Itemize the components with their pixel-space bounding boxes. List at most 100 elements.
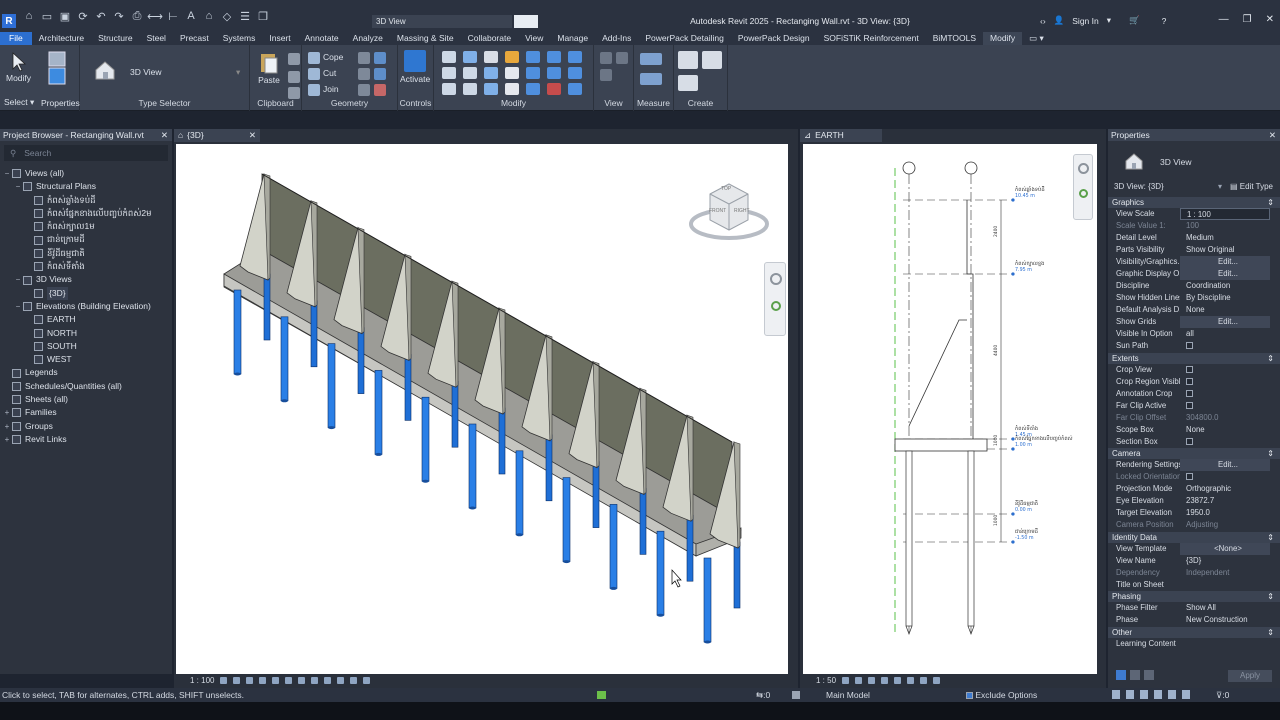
apply-button[interactable]: Apply bbox=[1228, 670, 1272, 682]
measure-icon-ribbon[interactable] bbox=[640, 53, 662, 65]
property-value[interactable] bbox=[1180, 400, 1280, 412]
property-checkbox[interactable] bbox=[1186, 401, 1193, 409]
collapse-icon[interactable]: ⇕ bbox=[1267, 197, 1274, 208]
property-value[interactable]: Edit... bbox=[1180, 256, 1270, 268]
chevron-down-icon[interactable]: ▾ bbox=[1218, 182, 1222, 191]
trim-icon[interactable] bbox=[505, 67, 519, 79]
expand-toggle-icon[interactable]: − bbox=[13, 273, 23, 286]
temp-hide-icon[interactable] bbox=[324, 676, 332, 684]
property-value[interactable]: all bbox=[1180, 328, 1280, 340]
properties-help-icon[interactable] bbox=[1116, 670, 1126, 680]
cart-icon[interactable]: 🛒 bbox=[1129, 15, 1140, 26]
tree-node[interactable]: − 3D Views bbox=[0, 273, 172, 286]
tab-insert[interactable]: Insert bbox=[262, 32, 297, 45]
open-icon[interactable]: ▭ bbox=[40, 9, 54, 23]
property-value[interactable]: {3D} bbox=[1180, 555, 1280, 567]
close-icon[interactable]: ✕ bbox=[1269, 129, 1276, 141]
undo-icon[interactable]: ↶ bbox=[94, 9, 108, 23]
tree-node[interactable]: − Elevations (Building Elevation) bbox=[0, 300, 172, 313]
3d-view-icon[interactable]: ⌂ bbox=[202, 9, 216, 23]
property-value[interactable]: <None> bbox=[1180, 542, 1270, 555]
copy-clip-icon[interactable] bbox=[288, 71, 300, 83]
property-value[interactable] bbox=[1180, 638, 1280, 650]
tab-add-ins[interactable]: Add-Ins bbox=[595, 32, 638, 45]
select-links-icon[interactable] bbox=[1112, 690, 1120, 699]
instance-filter[interactable]: 3D View: {3D} bbox=[1114, 182, 1164, 191]
align-icon[interactable] bbox=[442, 51, 456, 63]
property-value[interactable]: Show Original bbox=[1180, 244, 1280, 256]
sign-in-link[interactable]: Sign In bbox=[1072, 16, 1098, 26]
expand-toggle-icon[interactable]: + bbox=[2, 406, 12, 419]
create-assembly-icon[interactable] bbox=[678, 51, 698, 69]
property-value[interactable]: None bbox=[1180, 304, 1280, 316]
save-icon[interactable]: ▣ bbox=[58, 9, 72, 23]
view-dropdown[interactable]: 3D View bbox=[372, 15, 512, 28]
filter-count[interactable]: ⊽:0 bbox=[1216, 688, 1229, 702]
tab-systems[interactable]: Systems bbox=[216, 32, 263, 45]
exclude-options-checkbox[interactable] bbox=[966, 692, 973, 700]
active-model[interactable]: Main Model bbox=[826, 688, 870, 702]
view-scale-label[interactable]: 1 : 50 bbox=[816, 676, 836, 685]
cut-button[interactable]: Cut bbox=[323, 68, 336, 78]
tree-node[interactable]: Schedules/Quantities (all) bbox=[0, 380, 172, 393]
dimension-icon[interactable]: ⊢ bbox=[166, 9, 180, 23]
expand-toggle-icon[interactable]: − bbox=[13, 300, 23, 313]
tab-view[interactable]: View bbox=[518, 32, 550, 45]
split-gap-icon[interactable] bbox=[505, 83, 519, 95]
modify-button[interactable]: Modify bbox=[6, 51, 31, 83]
delete-icon[interactable] bbox=[526, 83, 540, 95]
tree-node[interactable]: Sheets (all) bbox=[0, 393, 172, 406]
crop-view-icon[interactable] bbox=[285, 676, 293, 684]
property-checkbox[interactable] bbox=[1186, 365, 1193, 373]
tree-node[interactable]: + Groups bbox=[0, 420, 172, 433]
reveal-hidden-icon[interactable] bbox=[337, 676, 345, 684]
move-icon[interactable] bbox=[442, 67, 456, 79]
text-icon[interactable]: A bbox=[184, 9, 198, 23]
tab-modify[interactable]: Modify bbox=[983, 32, 1023, 45]
property-value[interactable] bbox=[1180, 376, 1280, 388]
close-tab-icon[interactable]: ✕ bbox=[249, 129, 260, 142]
collapse-icon[interactable]: ⇕ bbox=[1267, 627, 1274, 638]
steering-wheel-icon[interactable] bbox=[1078, 163, 1089, 174]
tab-analyze[interactable]: Analyze bbox=[346, 32, 390, 45]
property-group[interactable]: Other ⇕ bbox=[1108, 626, 1280, 638]
dimension-icon-ribbon[interactable] bbox=[640, 73, 662, 85]
tab-powerpack-detailing[interactable]: PowerPack Detailing bbox=[638, 32, 730, 45]
mirror-draw-icon[interactable] bbox=[505, 51, 519, 63]
temp-hide-icon[interactable] bbox=[920, 676, 928, 684]
tab-manage[interactable]: Manage bbox=[550, 32, 595, 45]
crop-view-icon[interactable] bbox=[894, 676, 902, 684]
switch-windows-icon[interactable]: ❐ bbox=[256, 9, 270, 23]
tree-node[interactable]: កំពស់ទីតាំង bbox=[0, 260, 172, 273]
create-group-icon[interactable] bbox=[678, 75, 698, 91]
beam-join-icon[interactable] bbox=[358, 84, 370, 96]
property-value[interactable]: By Discipline bbox=[1180, 292, 1280, 304]
elevation-canvas[interactable]: កំពស់ឆ្លាំងទប់ដី 10.45 m កំពស់ក្បាលខ្នង 7.9… bbox=[803, 144, 1097, 674]
cut-clip-icon[interactable] bbox=[288, 53, 300, 65]
reveal-hidden-icon[interactable] bbox=[933, 676, 941, 684]
close-icon[interactable]: ✕ bbox=[1266, 14, 1274, 25]
property-value[interactable] bbox=[1180, 364, 1280, 376]
tree-node[interactable]: − Structural Plans bbox=[0, 180, 172, 193]
property-value[interactable]: 23872.7 bbox=[1180, 495, 1280, 507]
property-group[interactable]: Phasing ⇕ bbox=[1108, 591, 1280, 602]
type-selector-chevron-icon[interactable]: ▾ bbox=[236, 67, 240, 78]
tab-powerpack-design[interactable]: PowerPack Design bbox=[731, 32, 817, 45]
chevron-down-icon[interactable]: ▾ bbox=[1107, 15, 1111, 26]
close-icon[interactable]: ✕ bbox=[161, 129, 168, 141]
expand-toggle-icon[interactable]: + bbox=[2, 433, 12, 446]
worksharing-monitor-icon[interactable] bbox=[597, 691, 606, 699]
view-scale-label[interactable]: 1 : 100 bbox=[190, 676, 214, 685]
property-value[interactable] bbox=[1180, 388, 1280, 400]
visual-style-icon[interactable] bbox=[855, 676, 863, 684]
worksharing-icon[interactable] bbox=[350, 676, 358, 684]
group-icon[interactable] bbox=[568, 67, 582, 79]
property-checkbox[interactable] bbox=[1186, 389, 1193, 397]
redo-icon[interactable]: ↷ bbox=[112, 9, 126, 23]
tree-node[interactable]: កំពស់ឆ្លាំងទប់ដី bbox=[0, 194, 172, 207]
collapse-icon[interactable]: ⇕ bbox=[1267, 591, 1274, 602]
print-icon[interactable]: ⎙ bbox=[130, 9, 144, 23]
split-icon[interactable] bbox=[526, 67, 540, 79]
tab-structure[interactable]: Structure bbox=[91, 32, 140, 45]
view-dropdown-field[interactable] bbox=[514, 15, 538, 28]
